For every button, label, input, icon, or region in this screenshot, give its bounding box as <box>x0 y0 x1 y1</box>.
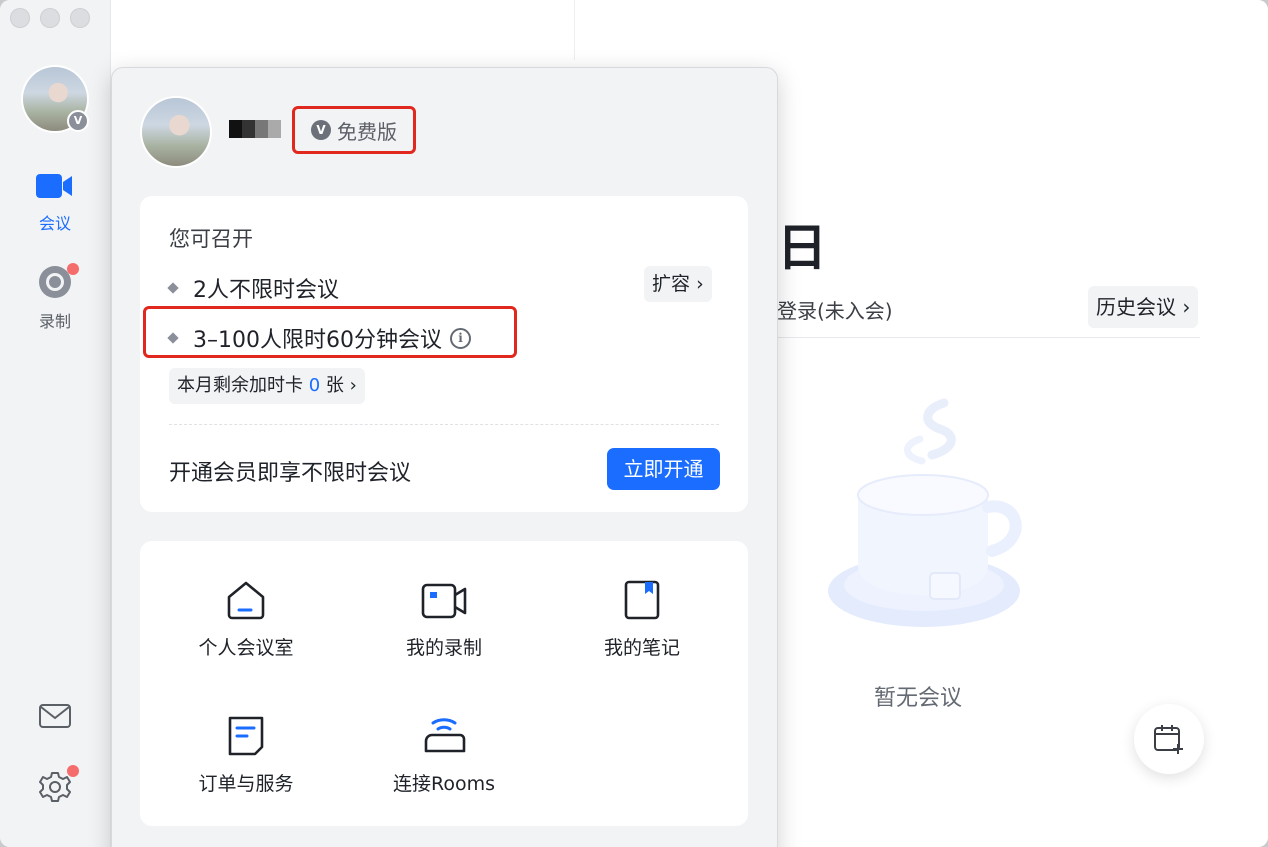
order-icon <box>176 709 316 757</box>
nav-item-meeting[interactable]: 会议 <box>0 172 110 234</box>
chevron-right-icon: › <box>349 375 357 396</box>
entitlement-item: 2人不限时会议 <box>167 272 339 304</box>
extension-card-count: 0 <box>308 375 321 396</box>
history-meetings-button[interactable]: 历史会议 › <box>1088 286 1199 328</box>
tile-my-recordings[interactable]: 我的录制 <box>374 573 514 660</box>
tile-orders-services[interactable]: 订单与服务 <box>176 709 316 796</box>
tile-label: 我的录制 <box>405 637 482 659</box>
tile-personal-room[interactable]: 个人会议室 <box>176 573 316 660</box>
entitlement-label: 2人不限时会议 <box>193 278 339 303</box>
close-window-button[interactable] <box>10 8 30 28</box>
plan-badge[interactable]: V 免费版 <box>292 106 416 154</box>
expand-capacity-label: 扩容 <box>652 273 691 295</box>
chevron-right-icon: › <box>696 273 704 295</box>
calendar-add-icon <box>1154 725 1183 754</box>
window-controls <box>10 8 90 28</box>
notification-dot <box>67 765 79 777</box>
tile-label: 我的笔记 <box>603 637 680 659</box>
video-camera-icon <box>36 172 74 200</box>
mail-icon[interactable] <box>38 702 72 734</box>
empty-state-cup-illustration <box>822 395 1032 639</box>
subscribe-now-button[interactable]: 立即开通 <box>607 448 720 490</box>
quick-actions-card: 个人会议室 我的录制 我的笔记 订单与服务 连接Rooms <box>140 541 748 826</box>
info-icon[interactable]: i <box>449 327 471 349</box>
vip-level-icon: V <box>311 120 331 140</box>
chevron-right-icon: › <box>1182 295 1191 319</box>
extension-card-button[interactable]: 本月剩余加时卡 0 张 › <box>169 368 365 404</box>
login-status-text: 登录(未入会) <box>777 299 893 323</box>
nav-item-record[interactable]: 录制 <box>0 266 110 332</box>
entitlement-heading: 您可召开 <box>169 227 253 251</box>
diamond-bullet-icon <box>167 332 179 344</box>
notification-dot <box>67 263 79 275</box>
empty-state-text: 暂无会议 <box>874 686 963 711</box>
divider <box>777 337 1200 338</box>
note-icon <box>572 573 712 621</box>
tile-label: 个人会议室 <box>198 637 294 659</box>
divider <box>574 0 575 60</box>
vip-badge-icon: V <box>67 110 89 132</box>
tile-label: 连接Rooms <box>392 773 495 795</box>
gear-icon[interactable] <box>38 770 72 808</box>
expand-capacity-button[interactable]: 扩容 › <box>644 266 712 302</box>
account-popover: V 免费版 您可召开 2人不限时会议 扩容 › 3–100人限时60分钟会议 i… <box>111 67 778 847</box>
extension-card-prefix: 本月剩余加时卡 <box>177 375 303 396</box>
minimize-window-button[interactable] <box>40 8 60 28</box>
nav-item-label: 录制 <box>38 312 71 331</box>
history-meetings-label: 历史会议 <box>1096 295 1176 319</box>
entitlement-label: 3–100人限时60分钟会议 <box>193 328 442 353</box>
sidebar: V 会议 录制 <box>0 0 111 847</box>
recording-camera-icon <box>374 573 514 621</box>
user-avatar <box>142 98 210 166</box>
diamond-bullet-icon <box>167 282 179 294</box>
record-icon <box>39 266 71 298</box>
home-icon <box>176 573 316 621</box>
tile-label: 订单与服务 <box>198 773 294 795</box>
nav-item-label: 会议 <box>38 214 71 233</box>
tile-my-notes[interactable]: 我的笔记 <box>572 573 712 660</box>
masked-username <box>229 120 281 138</box>
app-window: V 会议 录制 日 登录(未入会) 历史会议 › 暂无会议 V 免费版 您可召开… <box>0 0 1268 847</box>
plan-name: 免费版 <box>337 119 397 144</box>
schedule-meeting-button[interactable] <box>1134 704 1204 774</box>
extension-card-suffix: 张 <box>325 375 344 396</box>
entitlement-item: 3–100人限时60分钟会议 i <box>167 322 471 354</box>
zoom-window-button[interactable] <box>70 8 90 28</box>
entitlement-card: 您可召开 2人不限时会议 扩容 › 3–100人限时60分钟会议 i 本月剩余加… <box>140 196 748 512</box>
vip-promo-text: 开通会员即享不限时会议 <box>169 461 412 486</box>
dashed-divider <box>169 424 719 425</box>
tile-connect-rooms[interactable]: 连接Rooms <box>374 709 514 796</box>
rooms-connect-icon <box>374 709 514 757</box>
date-heading: 日 <box>777 219 827 277</box>
